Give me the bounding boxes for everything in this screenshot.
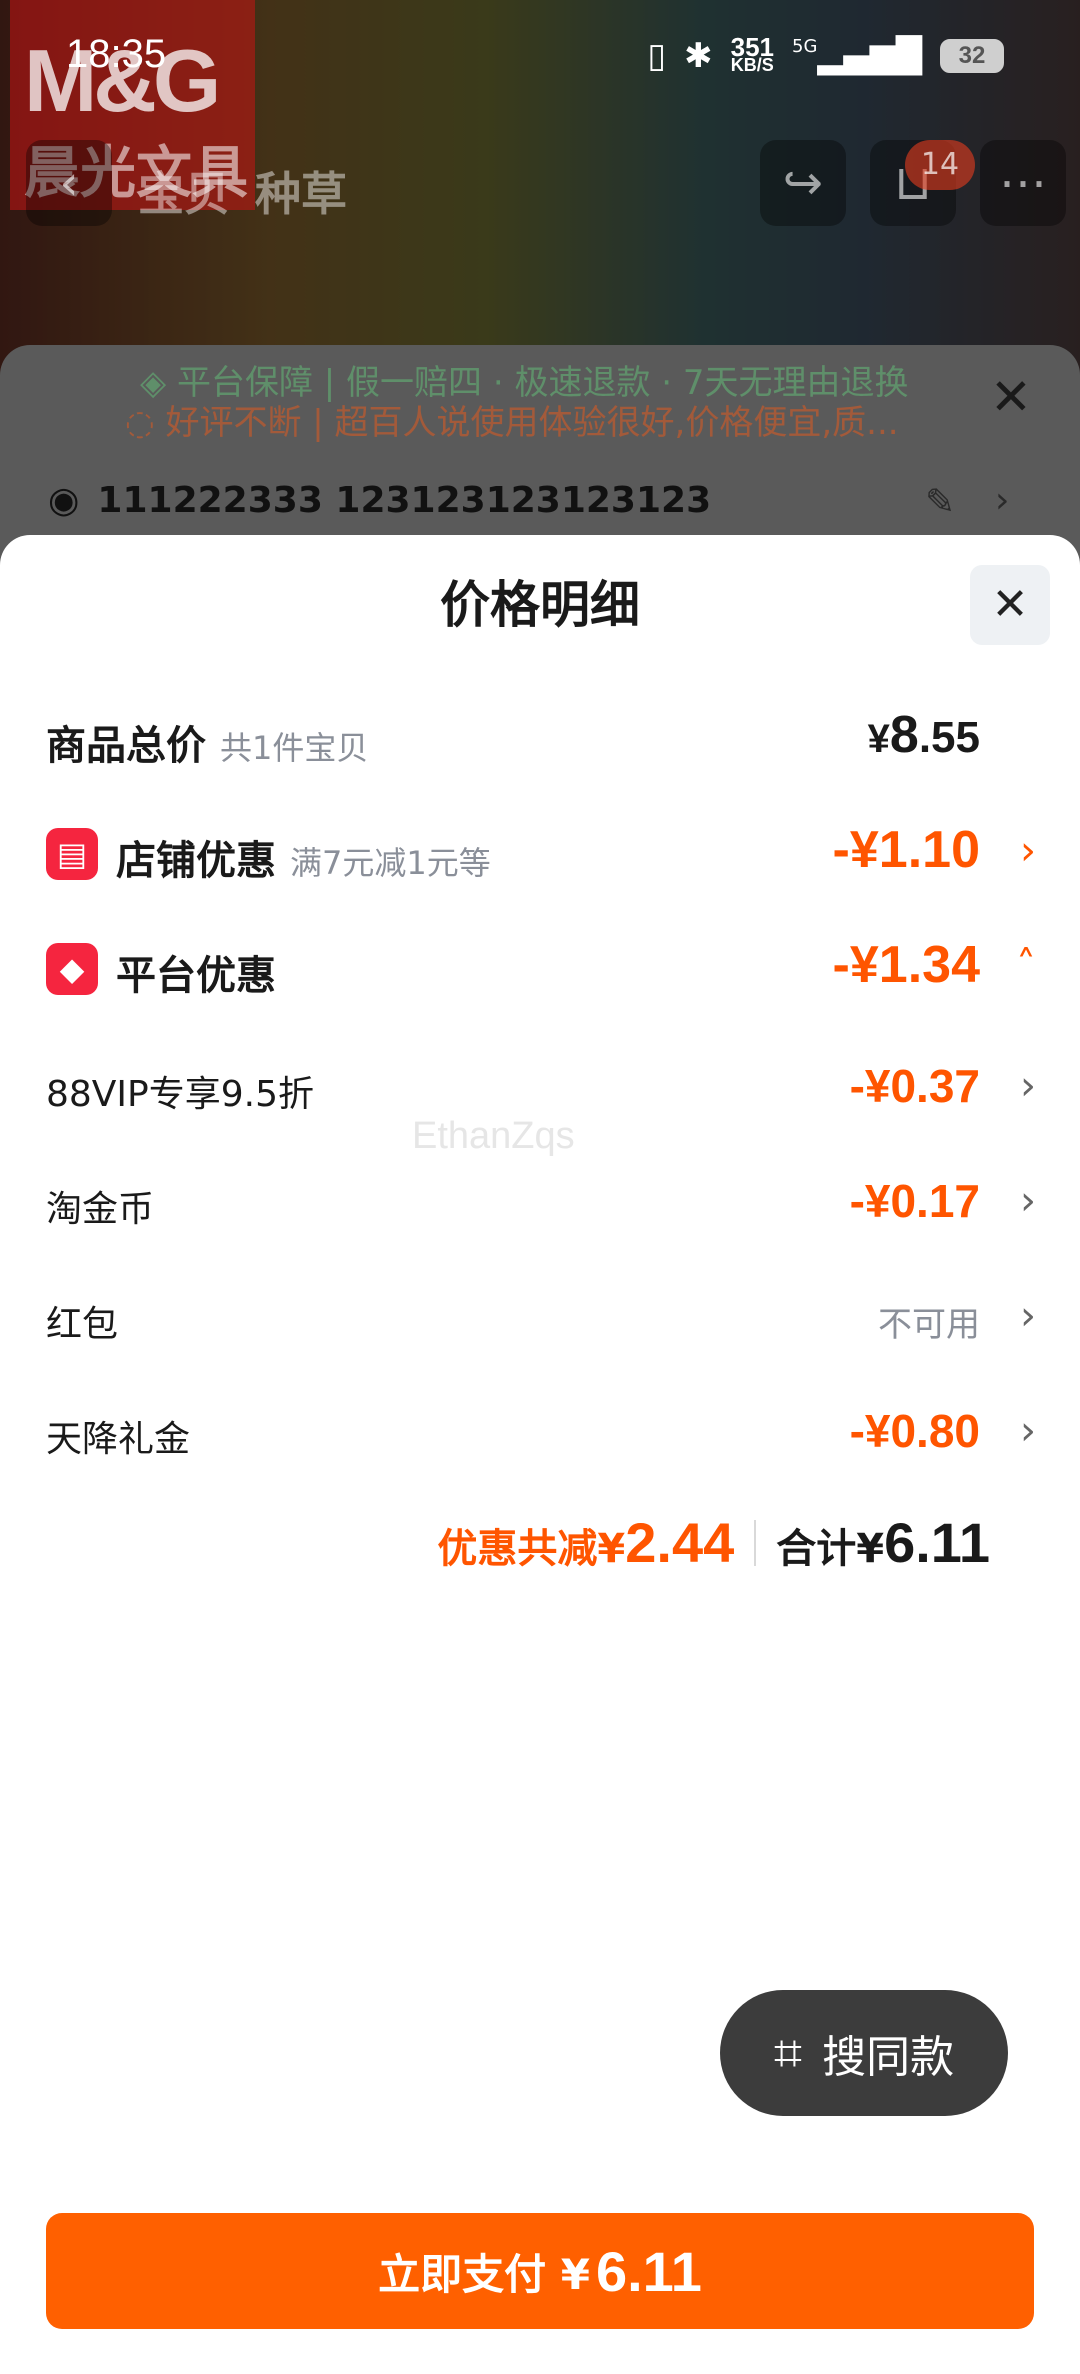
vibrate-icon: ▯ [647,36,667,76]
chevron-right-icon: › [1020,1408,1036,1454]
address-text: 111222333 123123123123123 [97,480,712,521]
shop-discount-label: 店铺优惠 满7元减1元等 [116,838,491,884]
total-price-row: 商品总价 共1件宝贝 ¥8.55 [46,705,1036,775]
coupon-tag-icon: ◆ [46,943,98,995]
back-icon[interactable]: ‹ [26,140,112,226]
bluetooth-icon: ✱ [684,36,713,76]
total-discount: 优惠共减¥2.44 [437,1511,735,1574]
total-price-label: 商品总价 共1件宝贝 [46,723,369,769]
share-icon[interactable]: ↪ [760,140,846,226]
vip-discount-amount: -¥0.37 [849,1060,980,1112]
subtotal: 合计¥6.11 [776,1511,990,1574]
divider [754,1519,757,1566]
more-icon[interactable]: ⋯ [980,140,1066,226]
gift-money-label: 天降礼金 [46,1419,191,1460]
chevron-right-icon: › [1020,1178,1036,1224]
shop-discount-row[interactable]: ▤ 店铺优惠 满7元减1元等 -¥1.10 › [46,820,1036,890]
tab-baobei[interactable]: 宝贝 [138,158,230,224]
red-packet-status: 不可用 [878,1305,980,1345]
status-time: 18:35 [66,32,167,76]
shop-discount-desc: 满7元减1元等 [290,844,491,882]
watermark: EthanZqs [412,1115,575,1157]
chat-icon: ◌ [125,403,166,443]
search-same-label: 搜同款 [822,2032,955,2083]
close-icon: ✕ [991,579,1029,630]
vip-discount-label: 88VIP专享9.5折 [46,1074,315,1115]
status-bar: 18:35 ▯ ✱ 351 KB/S 5G▂▄▆█ 32 [0,0,1080,120]
total-count: 共1件宝贝 [220,729,369,767]
store-icon: ▤ [46,828,98,880]
pay-now-label: 立即支付 ¥ [378,2249,590,2299]
platform-discount-row[interactable]: ◆ 平台优惠 -¥1.34 ˄ [46,935,1036,1005]
red-packet-row[interactable]: 红包 不可用 › [46,1285,1036,1355]
tab-zhongcao[interactable]: 种草 [255,158,347,224]
review-text: ◌ 好评不断 | 超百人说使用体验很好,价格便宜,质... [125,403,899,443]
address-row[interactable]: ◉ 111222333 123123123123123 [48,480,711,521]
taojinbi-label: 淘金币 [46,1189,155,1230]
edit-icon[interactable]: ✎ [925,482,955,523]
gift-money-row[interactable]: 天降礼金 -¥0.80 › [46,1400,1036,1470]
platform-discount-amount: -¥1.34 [832,936,980,994]
shop-discount-amount: -¥1.10 [832,821,980,879]
signal-icon: 5G▂▄▆█ [792,36,922,76]
chevron-up-icon: ˄ [1016,943,1036,989]
platform-discount-label: 平台优惠 [116,953,276,999]
scan-icon: ⌗ [773,2023,803,2082]
net-speed: 351 KB/S [730,32,774,75]
close-button[interactable]: ✕ [970,565,1050,645]
sheet-title: 价格明细 [440,576,640,634]
red-packet-label: 红包 [46,1304,119,1345]
taojinbi-amount: -¥0.17 [849,1175,980,1227]
status-icons: ▯ ✱ 351 KB/S 5G▂▄▆█ 32 [647,32,1004,76]
chevron-right-icon: › [1020,828,1036,874]
chevron-right-icon: › [995,480,1010,521]
order-card-close-icon[interactable]: ✕ [990,368,1032,426]
search-same-button[interactable]: ⌗ 搜同款 [720,1990,1008,2116]
total-price-value: ¥8.55 [867,706,980,764]
pay-now-button[interactable]: 立即支付 ¥6.11 [46,2213,1034,2329]
cart-count-badge: 14 [905,140,975,190]
taojinbi-row[interactable]: 淘金币 -¥0.17 › [46,1170,1036,1240]
chevron-right-icon: › [1020,1293,1036,1339]
battery-icon: 32 [940,39,1004,73]
pay-now-amount: 6.11 [595,2239,702,2303]
location-icon: ◉ [48,480,80,521]
gift-money-amount: -¥0.80 [849,1405,980,1457]
price-summary: 优惠共减¥2.44 合计¥6.11 [437,1510,990,1575]
chevron-right-icon: › [1020,1063,1036,1109]
